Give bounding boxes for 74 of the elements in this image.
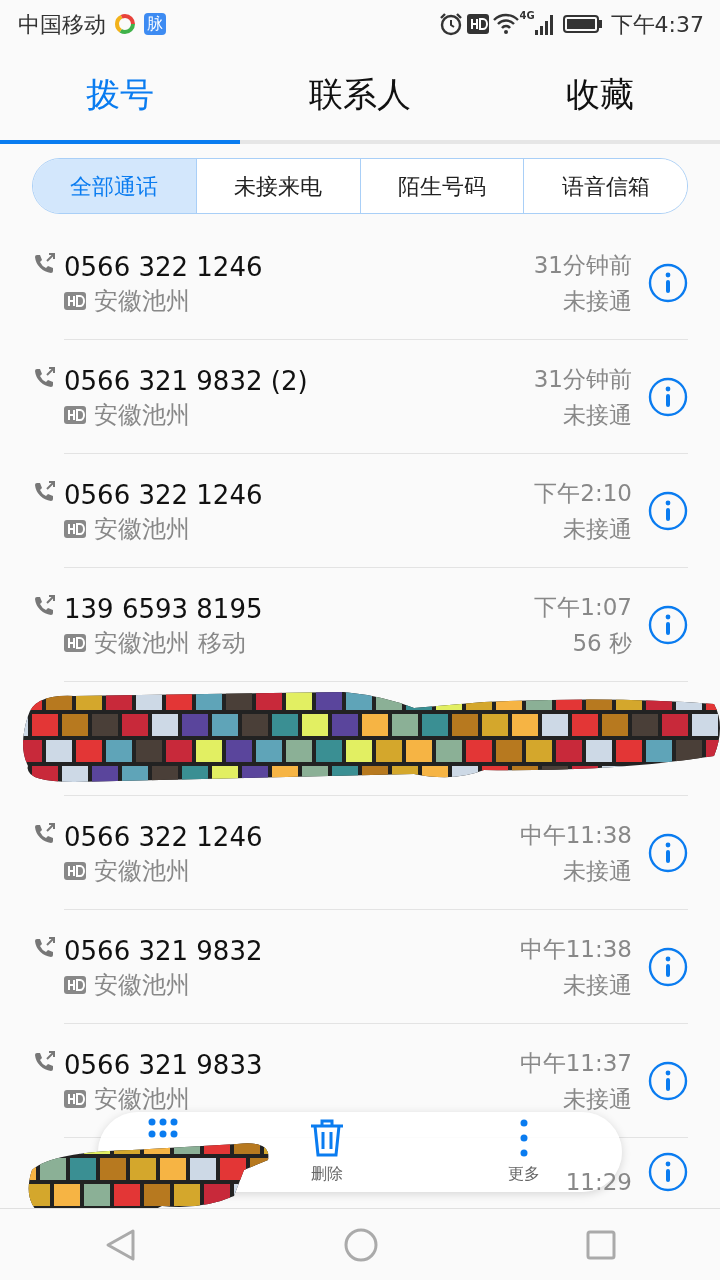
hd-badge-icon — [64, 405, 86, 424]
info-icon[interactable] — [648, 376, 688, 417]
hd-badge-icon — [64, 975, 86, 994]
call-status: 未接通 — [562, 286, 632, 316]
home-icon[interactable] — [344, 1227, 378, 1262]
call-status: 未接通 — [562, 400, 632, 430]
hd-badge-icon — [64, 1089, 86, 1108]
info-icon[interactable] — [648, 832, 688, 873]
call-time: 11:29 — [565, 1168, 632, 1197]
app-icon — [114, 13, 136, 35]
network-label: 4G — [519, 9, 535, 23]
hd-badge-icon — [64, 291, 86, 310]
call-status: 未接通 — [562, 856, 632, 886]
call-time: 31分钟前 — [533, 250, 632, 280]
info-icon[interactable] — [648, 1060, 688, 1101]
tab[interactable]: 联系人 — [240, 48, 480, 144]
outgoing-call-icon — [32, 936, 56, 960]
info-icon[interactable] — [648, 262, 688, 303]
outgoing-call-icon — [32, 480, 56, 504]
call-location: 安徽池州 — [94, 285, 190, 317]
hd-badge-icon — [64, 633, 86, 652]
call-location: 安徽池州 — [94, 399, 190, 431]
back-icon[interactable] — [104, 1227, 136, 1262]
phone-number: 0566 321 9832 (2) — [64, 364, 309, 398]
alarm-icon — [439, 12, 464, 36]
phone-number: 139 6593 8195 — [64, 592, 264, 626]
phone-number: 0566 321 9833 — [64, 1048, 264, 1082]
hd-badge-icon — [64, 861, 86, 880]
call-location: 安徽池州 — [94, 855, 190, 887]
outgoing-call-icon — [32, 594, 56, 618]
phone-number: 0566 321 9832 — [64, 934, 264, 968]
filter-tab[interactable]: 陌生号码 — [359, 159, 524, 213]
signal-icon — [534, 13, 555, 35]
battery-icon — [562, 14, 603, 34]
filter-tab[interactable]: 语音信箱 — [523, 159, 687, 213]
call-time: 中午11:37 — [519, 1048, 632, 1078]
outgoing-call-icon — [32, 366, 56, 390]
wifi-icon — [493, 13, 520, 35]
call-time: 中午11:38 — [519, 934, 632, 964]
tab[interactable]: 拨号 — [0, 48, 240, 144]
call-time: 下午2:10 — [534, 478, 632, 508]
phone-number: 0566 322 1246 — [64, 250, 264, 284]
info-icon[interactable] — [648, 946, 688, 987]
recents-icon[interactable] — [586, 1229, 616, 1260]
phone-number: 0566 322 1246 — [64, 478, 264, 512]
call-status: 未接通 — [562, 970, 632, 1000]
call-time: 下午1:07 — [534, 592, 632, 622]
toolbar-button[interactable]: 删除 — [277, 1114, 377, 1190]
call-location: 安徽池州 — [94, 513, 190, 545]
more-icon — [518, 1118, 529, 1158]
trash-icon — [308, 1118, 346, 1158]
dialpad-icon — [148, 1118, 179, 1138]
clock-time: 下午4:37 — [610, 10, 704, 39]
call-status: 56 秒 — [571, 628, 632, 658]
info-icon[interactable] — [648, 604, 688, 645]
outgoing-call-icon — [32, 1050, 56, 1074]
hd-badge-icon — [64, 519, 86, 538]
outgoing-call-icon — [32, 822, 56, 846]
info-icon[interactable] — [648, 490, 688, 531]
call-location: 安徽池州 — [94, 969, 190, 1001]
call-status: 未接通 — [562, 1084, 632, 1114]
call-time: 中午11:38 — [519, 820, 632, 850]
carrier-name: 中国移动 — [18, 10, 106, 39]
phone-number: 0566 322 1246 — [64, 820, 264, 854]
info-icon[interactable] — [648, 1152, 688, 1192]
outgoing-call-icon — [32, 252, 56, 276]
call-location: 安徽池州 — [94, 1083, 190, 1115]
call-status: 未接通 — [562, 514, 632, 544]
tab[interactable]: 收藏 — [480, 48, 720, 144]
filter-tab[interactable]: 未接来电 — [195, 159, 360, 213]
call-location: 安徽池州 移动 — [94, 627, 246, 659]
call-time: 31分钟前 — [533, 364, 632, 394]
hd-icon — [467, 14, 490, 34]
app-badge: 脉 — [144, 13, 166, 35]
